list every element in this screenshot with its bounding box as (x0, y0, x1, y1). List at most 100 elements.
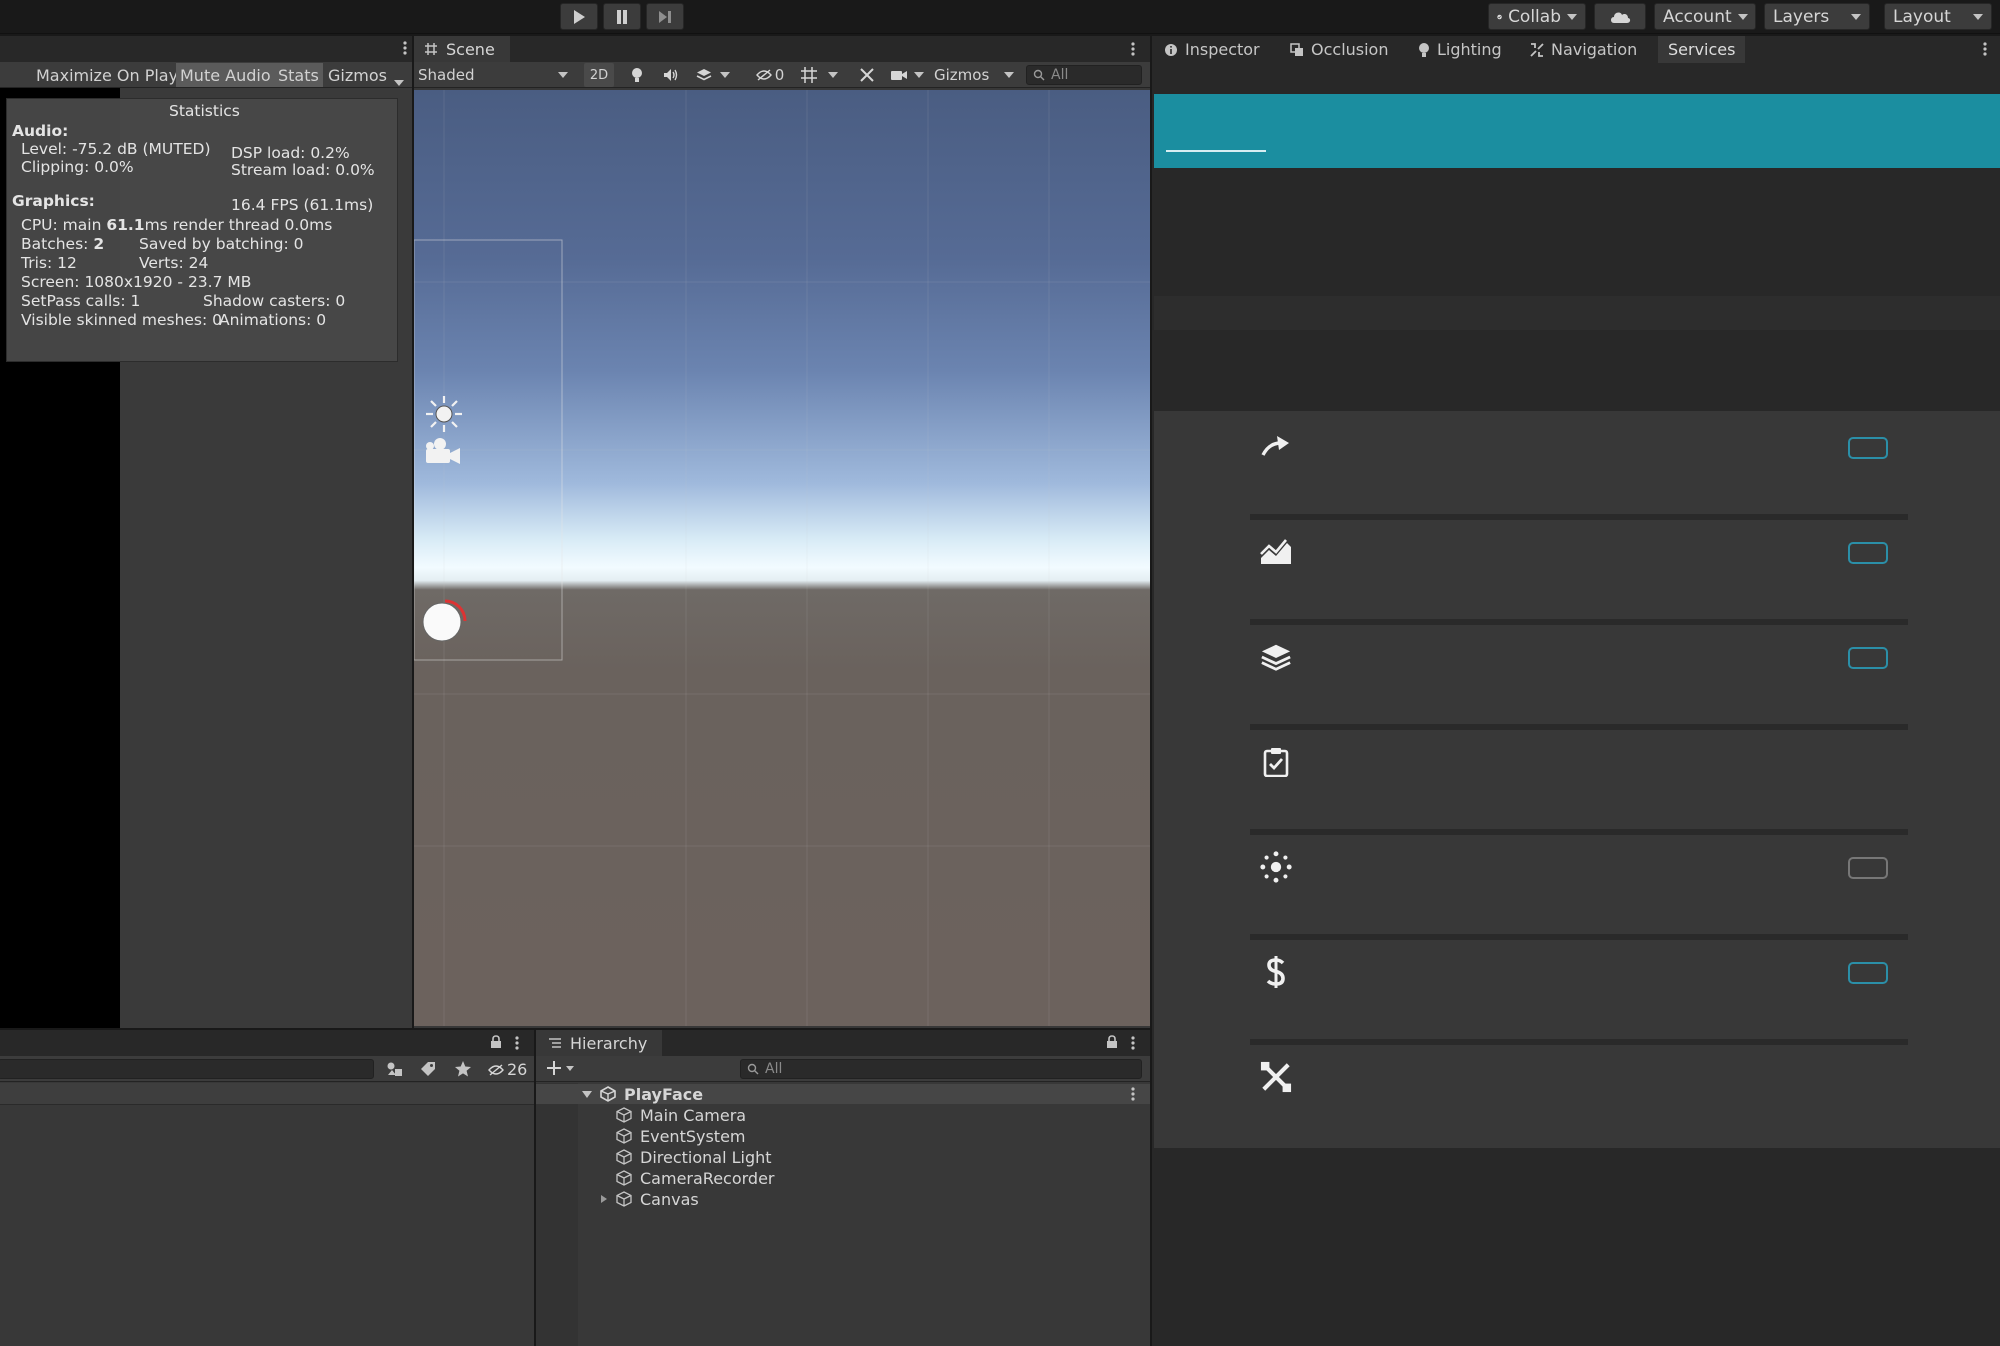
favorite-star-icon[interactable] (454, 1060, 472, 1078)
pause-icon (617, 9, 627, 24)
service-toggle[interactable] (1848, 962, 1888, 984)
scene-search-input[interactable]: All (1026, 65, 1142, 85)
eye-slash-icon (488, 1063, 504, 1076)
audio-toggle[interactable] (656, 63, 686, 87)
service-row[interactable] (1154, 936, 2000, 1040)
play-button[interactable] (560, 3, 598, 30)
services-panel: Inspector Occlusion Lighting Navigation … (1152, 36, 2000, 1346)
tab-scene[interactable]: Scene (414, 36, 510, 62)
tab-occlusion-label: Occlusion (1311, 40, 1389, 59)
step-icon (659, 10, 671, 23)
mute-audio-button[interactable]: Mute Audio (176, 63, 275, 87)
gameobject-cube-icon (616, 1128, 632, 1144)
scene-root-item[interactable]: PlayFace (582, 1084, 703, 1104)
service-row[interactable] (1154, 1041, 2000, 1145)
layout-dropdown[interactable]: Layout (1884, 3, 1992, 30)
tab-navigation[interactable]: Navigation (1530, 36, 1637, 63)
canvas-gizmo-icon[interactable] (422, 598, 468, 644)
create-dropdown[interactable] (546, 1060, 574, 1076)
hidden-objects-toggle[interactable]: 0 (752, 63, 788, 87)
shading-mode-dropdown[interactable]: Shaded (418, 63, 574, 87)
dollar-icon (1260, 956, 1292, 988)
services-header-banner (1154, 94, 2000, 168)
service-row[interactable] (1154, 726, 2000, 830)
search-by-type-icon[interactable] (386, 1061, 404, 1077)
panel-menu-icon[interactable] (1130, 41, 1136, 57)
panel-menu-icon[interactable] (514, 1035, 520, 1051)
tab-services[interactable]: Services (1658, 36, 1746, 63)
tag-icon[interactable] (420, 1061, 436, 1077)
hierarchy-item[interactable]: Main Camera (616, 1105, 746, 1125)
effects-dropdown[interactable] (690, 63, 736, 87)
service-row[interactable] (1154, 621, 2000, 725)
lighting-toggle[interactable] (622, 63, 652, 87)
chevron-down-icon (566, 1065, 574, 1071)
pause-button[interactable] (603, 3, 641, 30)
hierarchy-item[interactable]: Canvas (600, 1189, 699, 1209)
expand-arrow-icon[interactable] (600, 1194, 608, 1204)
tab-inspector-label: Inspector (1185, 40, 1260, 59)
service-row[interactable] (1154, 411, 2000, 515)
project-search-input[interactable] (0, 1059, 374, 1079)
shadow-casters-readout: Shadow casters: 0 (203, 292, 346, 310)
step-button[interactable] (646, 3, 684, 30)
game-view[interactable]: Statistics Audio: Level: -75.2 dB (MUTED… (0, 88, 412, 1028)
hierarchy-item[interactable]: CameraRecorder (616, 1168, 775, 1188)
scene-menu-icon[interactable] (1130, 1086, 1136, 1102)
fps-readout: 16.4 FPS (61.1ms) (231, 196, 374, 214)
project-tab-strip (0, 1030, 534, 1056)
collab-button[interactable]: Collab (1488, 3, 1586, 30)
scene-tab-strip: Scene (414, 36, 1150, 62)
cpu-prefix: CPU: main (21, 216, 107, 234)
service-row[interactable] (1154, 516, 2000, 620)
tools-toggle[interactable] (852, 63, 882, 87)
service-row[interactable] (1154, 831, 2000, 935)
account-dropdown[interactable]: Account (1654, 3, 1756, 30)
scene-header-row[interactable]: PlayFace (536, 1084, 1150, 1104)
tab-lighting[interactable]: Lighting (1418, 36, 1502, 63)
project-hidden-count: 26 (507, 1060, 528, 1079)
hierarchy-panel: Hierarchy All PlayFace Main Camera Event… (536, 1030, 1150, 1346)
scene-panel: Scene Shaded 2D 0 Gizmos All (414, 36, 1150, 1028)
scene-grid-overlay (414, 90, 1150, 1026)
game-gizmos-button[interactable]: Gizmos (324, 63, 391, 87)
stats-button[interactable]: Stats (274, 63, 323, 87)
game-panel: Maximize On Play Mute Audio Stats Gizmos… (0, 36, 412, 1028)
service-toggle[interactable] (1848, 857, 1888, 879)
tab-hierarchy[interactable]: Hierarchy (536, 1030, 662, 1056)
service-toggle[interactable] (1848, 437, 1888, 459)
hierarchy-tab-strip: Hierarchy (536, 1030, 1150, 1056)
scene-gizmos-dropdown[interactable]: Gizmos (930, 63, 1018, 87)
cloud-button[interactable] (1594, 3, 1646, 30)
service-toggle[interactable] (1848, 647, 1888, 669)
directional-light-gizmo-icon[interactable] (424, 394, 464, 434)
camera-gizmo-icon[interactable] (424, 436, 464, 466)
panel-menu-icon[interactable] (1982, 41, 1988, 57)
mode-2d-button[interactable]: 2D (584, 63, 614, 87)
service-toggle[interactable] (1848, 542, 1888, 564)
panel-menu-icon[interactable] (1130, 1035, 1136, 1051)
search-icon (747, 1063, 759, 1075)
grid-snap-dropdown[interactable] (792, 63, 846, 87)
tab-inspector[interactable]: Inspector (1164, 36, 1260, 63)
hierarchy-item[interactable]: Directional Light (616, 1147, 772, 1167)
collaborate-arrow-icon (1260, 431, 1292, 463)
hierarchy-item-label: Directional Light (640, 1147, 772, 1167)
layers-stack-icon (1260, 641, 1292, 673)
lock-icon[interactable] (1106, 1035, 1118, 1049)
maximize-on-play-button[interactable]: Maximize On Play (32, 63, 182, 87)
check-icon (1497, 14, 1502, 19)
hierarchy-search-input[interactable]: All (740, 1059, 1142, 1079)
lock-icon[interactable] (490, 1035, 502, 1049)
tab-occlusion[interactable]: Occlusion (1290, 36, 1388, 63)
chevron-down-icon (914, 72, 924, 78)
panel-menu-icon[interactable] (402, 40, 408, 56)
scene-viewport[interactable] (414, 90, 1150, 1026)
layers-dropdown[interactable]: Layers (1764, 3, 1870, 30)
expand-arrow-icon[interactable] (582, 1090, 592, 1098)
scene-name: PlayFace (624, 1084, 704, 1104)
chevron-down-icon (1004, 72, 1014, 78)
hierarchy-item[interactable]: EventSystem (616, 1126, 746, 1146)
hidden-packages-toggle[interactable]: 26 (488, 1060, 527, 1079)
camera-dropdown[interactable] (884, 63, 930, 87)
